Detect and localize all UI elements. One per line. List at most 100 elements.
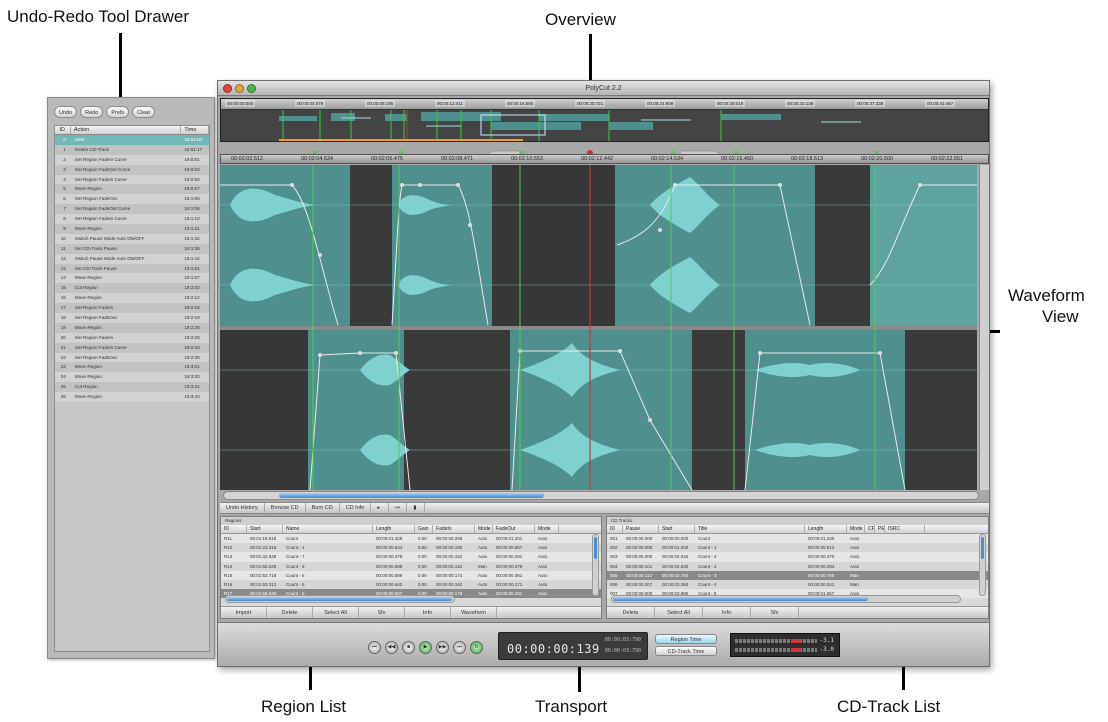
undo-history-row[interactable]: 6 Set Region FadeOut 19:1:06 xyxy=(55,194,209,205)
cd-track-select-all-button[interactable]: Select All xyxy=(655,607,703,618)
region-column-header[interactable]: FadeIn xyxy=(433,525,475,533)
rewind-icon[interactable]: ◀◀ xyxy=(385,641,398,654)
column-header-action[interactable]: Action xyxy=(71,126,182,134)
cd-track-row[interactable]: 002 00:00:00.000 00:00:01.200 Count - 1 00:0… xyxy=(607,543,988,553)
undo-history-row[interactable]: 2 Set Region FadeIn Curve 19:0:51 xyxy=(55,154,209,165)
browse-cd-button[interactable]: Browse CD xyxy=(265,503,306,513)
cd-track-list-vscroll-thumb[interactable] xyxy=(981,537,984,559)
range-tool-icon[interactable]: ↦ xyxy=(389,503,408,513)
undo-history-row[interactable]: 16 Move Region 19:2:12 xyxy=(55,293,209,304)
fast-forward-icon[interactable]: ▶▶ xyxy=(436,641,449,654)
prefs-button[interactable]: Prefs xyxy=(106,106,130,118)
cd-track-sfx-button[interactable]: Sfx xyxy=(751,607,799,618)
cd-track-column-header[interactable]: Mode xyxy=(847,525,865,533)
go-end-icon[interactable]: ⏭ xyxy=(453,641,466,654)
cd-track-column-header[interactable]: Pause xyxy=(623,525,659,533)
region-list-hscroll[interactable] xyxy=(225,595,455,603)
cd-track-row[interactable]: 001 00:00:00.000 00:00:00.000 Count 00:00:01… xyxy=(607,534,988,544)
waveform-horizontal-scrollbar[interactable] xyxy=(223,491,979,500)
region-delete-button[interactable]: Delete xyxy=(267,607,313,618)
region-import-button[interactable]: Import xyxy=(221,607,267,618)
region-column-header[interactable]: FadeOut xyxy=(493,525,535,533)
undo-history-button[interactable]: Undo History xyxy=(220,503,265,513)
region-list-vscroll[interactable] xyxy=(592,534,599,596)
region-column-header[interactable]: Name xyxy=(283,525,373,533)
region-select-all-button[interactable]: Select All xyxy=(313,607,359,618)
waveform-scroll-thumb[interactable] xyxy=(279,493,544,498)
region-row[interactable]: R14 00:01:50.228 Count - 3 00:00:00.698 0.00… xyxy=(221,561,601,571)
waveform-view[interactable] xyxy=(220,165,977,490)
redo-button[interactable]: Redo xyxy=(80,106,104,118)
undo-history-table[interactable]: ID Action Time 0 Start 18:51:04 1 Delete CD-… xyxy=(54,125,210,652)
clear-button[interactable]: Clear xyxy=(132,106,156,118)
undo-history-row[interactable]: 3 Set Region FadeOut Curve 19:0:53 xyxy=(55,164,209,175)
region-row[interactable]: R12 00:01:23.318 Count - 1 00:00:00.844 0.00… xyxy=(221,543,601,553)
cd-track-list-vscroll[interactable] xyxy=(979,534,986,596)
cd-track-column-header[interactable]: CP xyxy=(865,525,875,533)
cd-track-column-header[interactable]: ISRC xyxy=(885,525,925,533)
column-header-time[interactable]: Time xyxy=(181,126,209,134)
undo-history-row[interactable]: 15 Cut Region 19:2:02 xyxy=(55,283,209,294)
undo-history-row[interactable]: 5 Move Region 19:0:57 xyxy=(55,184,209,195)
cd-track-column-header[interactable]: ID xyxy=(607,525,623,533)
timeline-ruler[interactable]: 00:02:02.512 00:02:04.534 00:02:06.475 00:0… xyxy=(220,154,989,164)
undo-history-row[interactable]: 1 Delete CD-Track 18:51:17 xyxy=(55,144,209,155)
region-row[interactable]: R15 00:01:52.718 Count - 5 00:00:00.588 0.00… xyxy=(221,570,601,580)
cd-track-info-button[interactable]: Info xyxy=(703,607,751,618)
undo-history-row[interactable]: 22 Set Region FadeOut 19:2:36 xyxy=(55,352,209,363)
undo-history-row[interactable]: 20 Set Region FadeIn 19:2:29 xyxy=(55,332,209,343)
undo-history-row[interactable]: 24 Move Region 19:3:33 xyxy=(55,372,209,383)
region-column-header[interactable]: Start xyxy=(247,525,283,533)
cd-track-column-header[interactable]: Length xyxy=(805,525,847,533)
cd-track-row[interactable]: 003 00:00:00.000 00:00:02.045 Count - 2 00:0… xyxy=(607,552,988,562)
undo-history-row[interactable]: 8 Set Region FadeIn Curve 19:1:10 xyxy=(55,214,209,225)
region-sfx-button[interactable]: Sfx xyxy=(359,607,405,618)
region-time-button[interactable]: Region Time xyxy=(655,634,717,644)
region-row[interactable]: R11 00:01:18.818 Count 00:00:01.428 0.00 00:0… xyxy=(221,534,601,544)
cd-track-column-header[interactable]: Start xyxy=(659,525,695,533)
undo-history-row[interactable]: 12 Switch Pause Mode Auto ON/OFF 19:1:44 xyxy=(55,253,209,264)
undo-history-row[interactable]: 23 Move Region 19:3:01 xyxy=(55,362,209,373)
cd-track-column-header[interactable]: Title xyxy=(695,525,805,533)
region-list-vscroll-thumb[interactable] xyxy=(594,537,597,559)
undo-history-row[interactable]: 17 Set Region FadeIn 19:2:16 xyxy=(55,303,209,314)
window-titlebar[interactable]: PolyCut 2.2 xyxy=(218,81,989,96)
play-icon[interactable]: ▶ xyxy=(419,641,432,654)
loop-icon[interactable]: ↻ xyxy=(470,641,483,654)
undo-history-row[interactable]: 25 Cut Region 19:3:41 xyxy=(55,382,209,393)
undo-history-row[interactable]: 7 Set Region FadeOut Curve 19:1:08 xyxy=(55,204,209,215)
region-list-hscroll-thumb[interactable] xyxy=(227,597,452,601)
cd-track-row[interactable]: 006 00:00:00.207 00:00:03.393 Count - 4 00:0… xyxy=(607,579,988,590)
cd-track-time-button[interactable]: CD-Track Time xyxy=(655,646,717,656)
region-column-header[interactable]: Length xyxy=(373,525,415,533)
waveform-vertical-scrollbar[interactable] xyxy=(979,165,989,490)
region-column-header[interactable]: Mode xyxy=(475,525,493,533)
stop-tool-icon[interactable]: ▮ xyxy=(407,503,426,513)
region-column-header[interactable]: ID xyxy=(221,525,247,533)
cd-info-button[interactable]: CD Info xyxy=(340,503,372,513)
cd-track-column-header[interactable]: PE xyxy=(875,525,885,533)
undo-history-row[interactable]: 18 Set Region FadeOut 19:2:19 xyxy=(55,313,209,323)
region-row[interactable]: R16 00:01:53.313 Count - 5 00:00:00.542 0.00… xyxy=(221,579,601,590)
cd-track-row[interactable]: 005 00:00:00.113 00:00:02.750 Count - 3 00:0… xyxy=(607,570,988,580)
burn-cd-button[interactable]: Burn CD xyxy=(306,503,340,513)
undo-button[interactable]: Undo xyxy=(54,106,78,118)
undo-history-row[interactable]: 13 Set CD-Track Pause 19:1:51 xyxy=(55,263,209,274)
cd-track-list-hscroll-thumb[interactable] xyxy=(613,597,868,601)
region-column-header[interactable]: Gain xyxy=(415,525,433,533)
undo-history-row[interactable]: 19 Move Region 19:2:26 xyxy=(55,322,209,333)
cd-track-row[interactable]: 004 00:00:00.101 00:00:02.830 Count - 2 00:0… xyxy=(607,561,988,571)
undo-history-row[interactable]: 10 Switch Pause Mode Auto ON/OFF 19:1:34 xyxy=(55,233,209,244)
cd-track-delete-button[interactable]: Delete xyxy=(607,607,655,618)
undo-history-row[interactable]: 11 Set CD-Track Pause 19:1:38 xyxy=(55,243,209,254)
region-waveform-button[interactable]: Waveform xyxy=(451,607,497,618)
undo-history-row[interactable]: 21 Set Region FadeIn Curve 19:2:33 xyxy=(55,342,209,353)
marker-row[interactable] xyxy=(220,145,989,156)
select-tool-icon[interactable]: ▸ xyxy=(371,503,390,513)
region-info-button[interactable]: Info xyxy=(405,607,451,618)
column-header-id[interactable]: ID xyxy=(55,126,71,134)
undo-history-row[interactable]: 9 Move Region 19:1:21 xyxy=(55,224,209,234)
region-row[interactable]: R13 00:01:32.848 Count - 7 00:00:00.478 0.00… xyxy=(221,552,601,562)
undo-history-row[interactable]: 14 Move Region 19:1:57 xyxy=(55,273,209,284)
overview-panel[interactable]: 00:00:00:000 00:00:04:079 00:00:08:195 00:0… xyxy=(220,98,989,142)
